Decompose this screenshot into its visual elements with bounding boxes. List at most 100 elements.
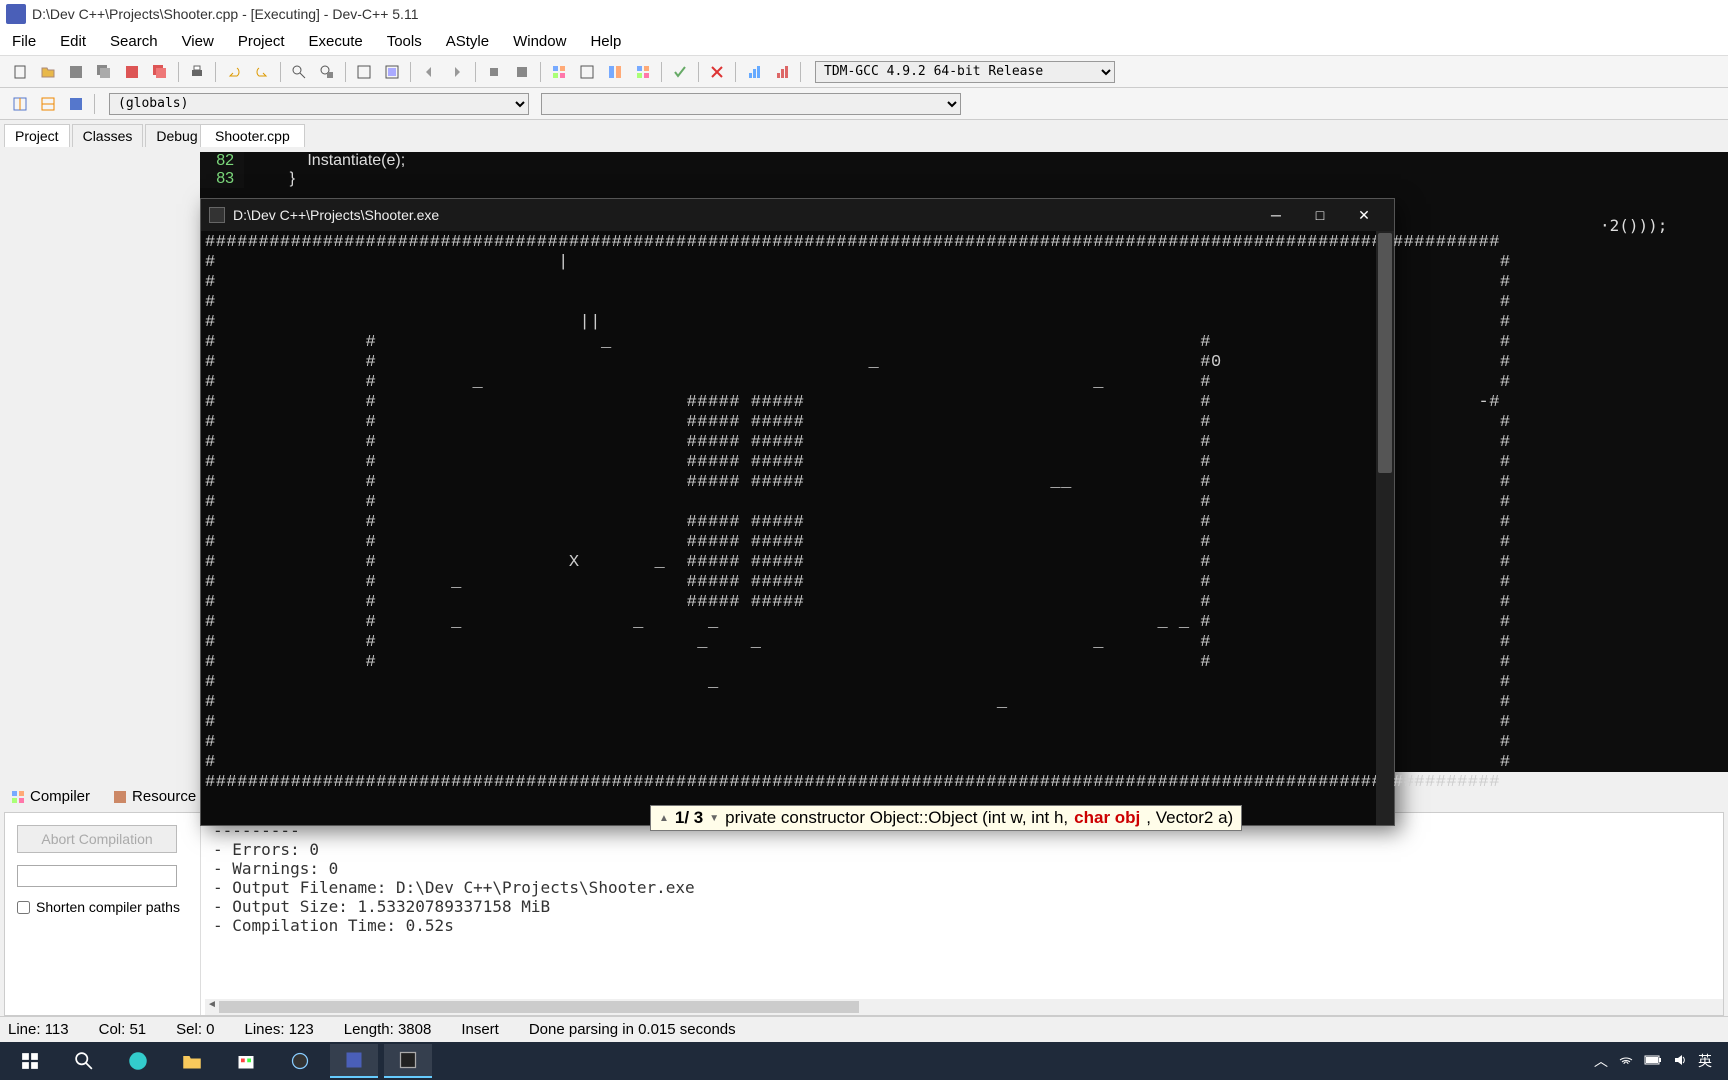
separator — [475, 62, 476, 82]
separator — [540, 62, 541, 82]
check-icon[interactable] — [668, 60, 692, 84]
close-icon[interactable] — [120, 60, 144, 84]
undo-icon[interactable] — [222, 60, 246, 84]
save-all-icon[interactable] — [92, 60, 116, 84]
battery-icon[interactable] — [1644, 1053, 1662, 1069]
side-panel-tabs: Project Classes Debug — [4, 124, 209, 147]
menu-search[interactable]: Search — [106, 31, 162, 52]
menu-file[interactable]: File — [8, 31, 40, 52]
insert-icon[interactable] — [36, 92, 60, 116]
tab-resources[interactable]: Resource — [106, 786, 202, 807]
next-overload-icon[interactable]: ▼ — [709, 813, 719, 824]
run-icon[interactable] — [575, 60, 599, 84]
close-button[interactable]: ✕ — [1342, 200, 1386, 230]
redo-icon[interactable] — [250, 60, 274, 84]
compiler-select[interactable]: TDM-GCC 4.9.2 64-bit Release — [815, 61, 1115, 83]
editor-tabs: Shooter.cpp — [200, 124, 305, 147]
open-file-icon[interactable] — [36, 60, 60, 84]
menu-project[interactable]: Project — [234, 31, 289, 52]
close-all-icon[interactable] — [148, 60, 172, 84]
separator — [735, 62, 736, 82]
rebuild-icon[interactable] — [631, 60, 655, 84]
menu-astyle[interactable]: AStyle — [442, 31, 493, 52]
file-tab-shooter[interactable]: Shooter.cpp — [200, 124, 305, 147]
volume-icon[interactable] — [1672, 1052, 1688, 1071]
console-title-bar[interactable]: D:\Dev C++\Projects\Shooter.exe ─ □ ✕ — [201, 199, 1394, 231]
goto-icon[interactable] — [352, 60, 376, 84]
window-title: D:\Dev C++\Projects\Shooter.cpp - [Execu… — [32, 6, 418, 22]
bookmark-icon[interactable] — [380, 60, 404, 84]
tray-chevron-icon[interactable]: ︿ — [1594, 1051, 1608, 1071]
compile-run-icon[interactable] — [603, 60, 627, 84]
window-title-bar: D:\Dev C++\Projects\Shooter.cpp - [Execu… — [0, 0, 1728, 28]
stop-icon[interactable] — [510, 60, 534, 84]
find-icon[interactable] — [287, 60, 311, 84]
store-icon[interactable] — [222, 1044, 270, 1078]
separator — [94, 94, 95, 114]
tab-compiler[interactable]: Compiler — [4, 786, 96, 807]
system-tray: ︿ 英 — [1594, 1051, 1722, 1071]
menu-window[interactable]: Window — [509, 31, 570, 52]
scrollbar-thumb[interactable] — [1378, 233, 1392, 473]
tooltip-text-2: , Vector2 a) — [1146, 808, 1233, 828]
globals-select[interactable]: (globals) — [109, 93, 529, 115]
minimize-button[interactable]: ─ — [1254, 200, 1298, 230]
status-sel: Sel: 0 — [176, 1021, 214, 1038]
code-line: 82 Instantiate(e); — [200, 152, 1728, 170]
nav-fwd-icon[interactable] — [445, 60, 469, 84]
code-line: 83 } — [200, 170, 1728, 188]
devcpp-icon[interactable] — [330, 1044, 378, 1078]
console-scrollbar[interactable] — [1376, 231, 1394, 825]
wifi-icon[interactable] — [1618, 1052, 1634, 1071]
start-button[interactable] — [6, 1044, 54, 1078]
separator — [345, 62, 346, 82]
class-member-select[interactable] — [541, 93, 961, 115]
status-col: Col: 51 — [99, 1021, 147, 1038]
new-class-icon[interactable] — [8, 92, 32, 116]
abort-compilation-button[interactable]: Abort Compilation — [17, 825, 177, 853]
menu-execute[interactable]: Execute — [305, 31, 367, 52]
print-icon[interactable] — [185, 60, 209, 84]
compile-log[interactable]: --------- - Errors: 0 - Warnings: 0 - Ou… — [201, 813, 1723, 1015]
new-file-icon[interactable] — [8, 60, 32, 84]
overload-position: 1/ 3 — [675, 808, 703, 828]
scroll-left-icon[interactable]: ◄ — [207, 999, 217, 1010]
separator — [661, 62, 662, 82]
menu-edit[interactable]: Edit — [56, 31, 90, 52]
tab-classes[interactable]: Classes — [72, 124, 144, 147]
menu-view[interactable]: View — [178, 31, 218, 52]
console-taskbar-icon[interactable] — [384, 1044, 432, 1078]
nav-back-icon[interactable] — [417, 60, 441, 84]
menu-help[interactable]: Help — [586, 31, 625, 52]
scrollbar-thumb[interactable] — [219, 1001, 859, 1013]
menu-tools[interactable]: Tools — [383, 31, 426, 52]
debug-icon[interactable] — [482, 60, 506, 84]
app-icon-1[interactable] — [276, 1044, 324, 1078]
maximize-button[interactable]: □ — [1298, 200, 1342, 230]
line-number: 82 — [200, 152, 244, 170]
explorer-icon[interactable] — [168, 1044, 216, 1078]
compile-icon[interactable] — [547, 60, 571, 84]
resources-tab-icon — [112, 789, 128, 805]
log-horizontal-scrollbar[interactable]: ◄ — [205, 999, 1723, 1015]
log-search-input[interactable] — [17, 865, 177, 887]
tab-project[interactable]: Project — [4, 124, 70, 147]
console-output[interactable]: ########################################… — [201, 231, 1394, 795]
tooltip-text-1: private constructor Object::Object (int … — [725, 808, 1068, 828]
profile-icon[interactable] — [742, 60, 766, 84]
status-bar: Line: 113 Col: 51 Sel: 0 Lines: 123 Leng… — [0, 1016, 1728, 1042]
edge-icon[interactable] — [114, 1044, 162, 1078]
shorten-paths-checkbox[interactable]: Shorten compiler paths — [17, 899, 188, 915]
toggle-icon[interactable] — [64, 92, 88, 116]
delete-icon[interactable] — [705, 60, 729, 84]
replace-icon[interactable] — [315, 60, 339, 84]
ime-indicator[interactable]: 英 — [1698, 1051, 1712, 1071]
profile-delete-icon[interactable] — [770, 60, 794, 84]
search-button[interactable] — [60, 1044, 108, 1078]
tooltip-current-param: char obj — [1074, 808, 1140, 828]
prev-overload-icon[interactable]: ▲ — [659, 813, 669, 824]
app-icon — [6, 4, 26, 24]
save-icon[interactable] — [64, 60, 88, 84]
compiler-tab-icon — [10, 789, 26, 805]
shorten-paths-input[interactable] — [17, 901, 30, 914]
